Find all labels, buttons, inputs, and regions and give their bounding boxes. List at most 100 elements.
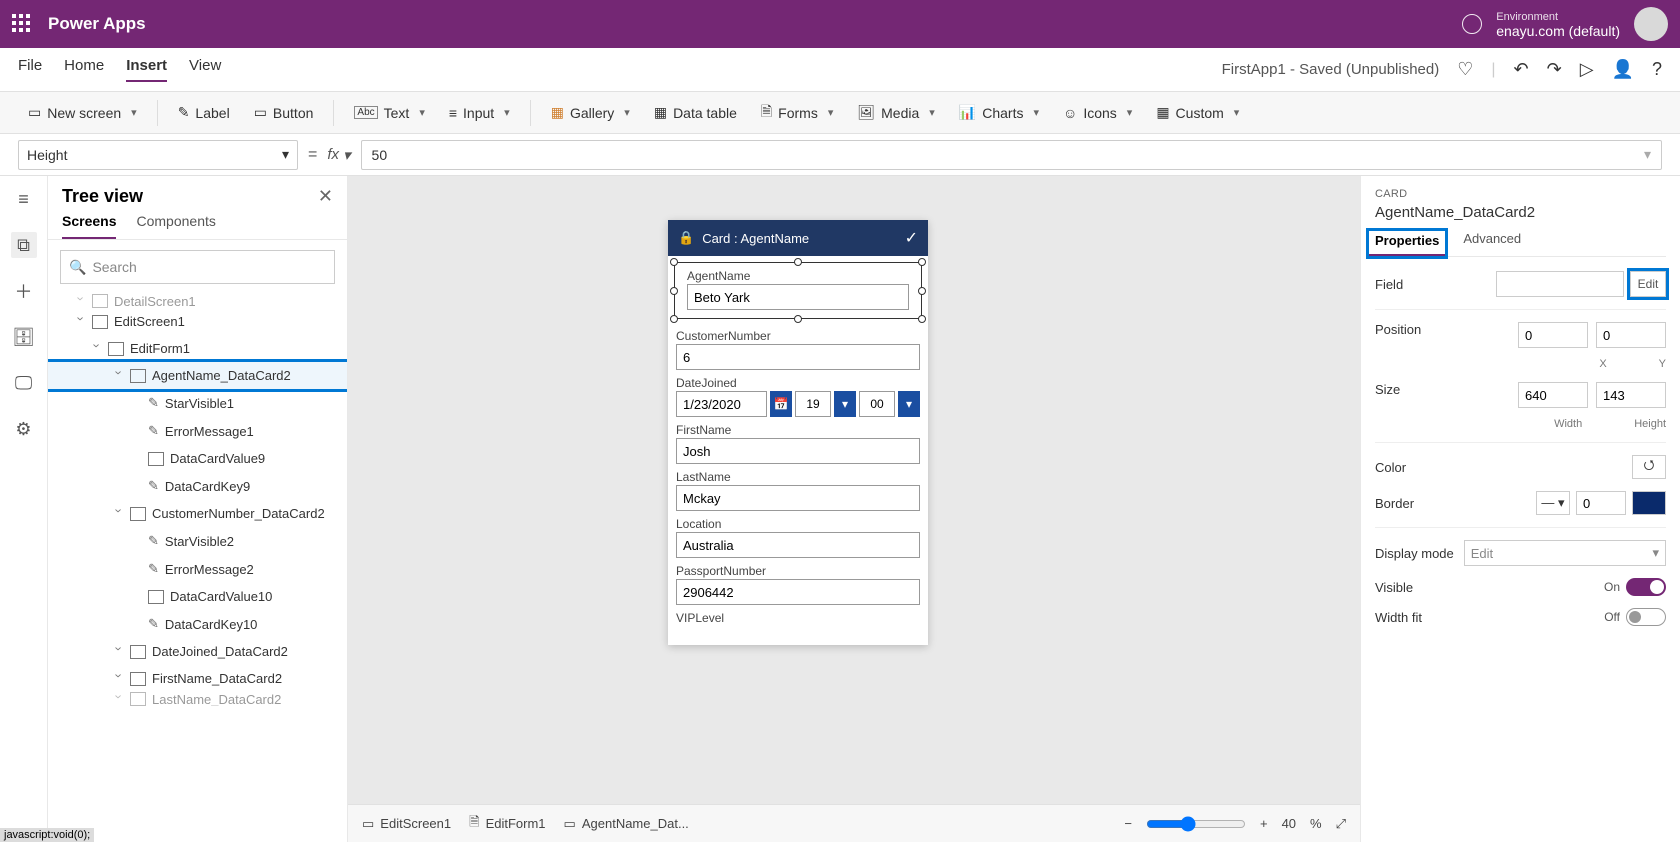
canvas[interactable]: 🔒 Card : AgentName ✓ AgentNameBeto YarkC… [348,176,1360,842]
insert-icon[interactable]: ＋ [11,278,37,304]
text-input[interactable]: Beto Yark [687,284,909,310]
border-style-picker[interactable]: — ▾ [1536,491,1570,515]
breadcrumb[interactable]: ▭ AgentName_Dat... [564,816,689,832]
datatable-button[interactable]: ▦ Data table [644,98,747,127]
chevron-down-icon[interactable]: ▾ [834,391,856,417]
zoom-in-icon[interactable]: + [1260,816,1268,831]
text-input[interactable]: 2906442 [676,579,920,605]
button-button[interactable]: ▭ Button [244,98,324,127]
tree-item[interactable]: ✎ ErrorMessage2 [48,555,347,583]
text-input[interactable]: Mckay [676,485,920,511]
date-input[interactable]: 1/23/2020 [676,391,767,417]
tree-item[interactable]: DataCardValue10 [48,583,347,610]
help-icon[interactable]: ? [1652,59,1662,80]
field-label: LastName [668,466,928,485]
save-status: FirstApp1 - Saved (Unpublished) [1222,61,1440,78]
border-width-input[interactable] [1576,491,1626,515]
tree-item[interactable]: ✎ ErrorMessage1 [48,417,347,445]
zoom-slider[interactable] [1146,816,1246,832]
user-avatar[interactable] [1634,7,1668,41]
zoom-value: 40 [1282,816,1296,831]
text-button[interactable]: Abc Text [344,99,434,127]
menu-home[interactable]: Home [64,57,104,82]
brand-title: Power Apps [48,14,146,34]
environment-icon[interactable] [1462,14,1482,34]
properties-panel: CARD AgentName_DataCard2 Properties Adva… [1360,176,1680,842]
forms-button[interactable]: 🗎 Forms [751,95,843,131]
tree-item[interactable]: LastName_DataCard2 [48,692,347,706]
tree-item[interactable]: ✎ DataCardKey10 [48,610,347,638]
pos-y-input[interactable] [1596,322,1666,348]
color-picker[interactable]: ⭯ [1632,455,1666,479]
custom-button[interactable]: ▦ Custom [1146,98,1249,127]
share-icon[interactable]: 👤 [1612,59,1634,80]
environment-picker[interactable]: Environment enayu.com (default) [1496,10,1620,38]
formula-input[interactable]: 50▾ [361,140,1662,170]
widthfit-toggle[interactable] [1626,608,1666,626]
minute-select[interactable]: 00 [859,391,895,417]
tree-item[interactable]: CustomerNumber_DataCard2 [48,500,347,527]
tree-view-icon[interactable]: ⧉ [11,232,37,258]
tab-advanced[interactable]: Advanced [1463,231,1521,256]
tree-item[interactable]: DataCardValue9 [48,445,347,472]
tree-item[interactable]: EditForm1 [48,335,347,362]
tree-search[interactable]: 🔍 Search [60,250,335,284]
close-icon[interactable]: ✕ [318,186,333,207]
tree-item[interactable]: DetailScreen1 [48,294,347,308]
data-icon[interactable]: 🗄 [11,324,37,350]
charts-button[interactable]: 📊 Charts [949,98,1049,127]
health-icon[interactable]: ♡ [1457,59,1473,80]
check-icon[interactable]: ✓ [905,228,918,248]
label-button[interactable]: ✎ Label [168,98,240,127]
pos-x-input[interactable] [1518,322,1588,348]
tools-icon[interactable]: ⚙ [11,416,37,442]
tree-tab-screens[interactable]: Screens [62,213,116,239]
left-rail: ≡ ⧉ ＋ 🗄 🖵 ⚙ [0,176,48,842]
edit-field-button[interactable]: Edit [1630,271,1666,297]
media-icon[interactable]: 🖵 [11,370,37,396]
tree-item[interactable]: DateJoined_DataCard2 [48,638,347,665]
visible-toggle[interactable] [1626,578,1666,596]
fx-icon[interactable]: fx▾ [327,146,350,164]
undo-icon[interactable]: ↶ [1514,59,1529,80]
icons-button[interactable]: ☺ Icons [1053,99,1142,127]
tree-item[interactable]: FirstName_DataCard2 [48,665,347,692]
tree-tab-components[interactable]: Components [136,213,215,239]
tree-item[interactable]: ✎ DataCardKey9 [48,472,347,500]
property-selector[interactable]: Height▾ [18,140,298,170]
hamburger-icon[interactable]: ≡ [11,186,37,212]
hour-select[interactable]: 19 [795,391,831,417]
chevron-down-icon[interactable]: ▾ [898,391,920,417]
width-input[interactable] [1518,382,1588,408]
app-launcher-icon[interactable] [12,14,32,34]
display-mode-select[interactable]: Edit▾ [1464,540,1666,566]
border-color-picker[interactable] [1632,491,1666,515]
tree-item[interactable]: AgentName_DataCard2 [48,362,347,389]
tree-item[interactable]: ✎ StarVisible2 [48,527,347,555]
calendar-icon[interactable]: 📅 [770,391,792,417]
text-input[interactable]: Australia [676,532,920,558]
redo-icon[interactable]: ↷ [1547,59,1562,80]
zoom-out-icon[interactable]: − [1124,816,1132,831]
tree-item[interactable]: ✎ StarVisible1 [48,389,347,417]
menu-view[interactable]: View [189,57,221,82]
menu-bar: File Home Insert View FirstApp1 - Saved … [0,48,1680,92]
media-button[interactable]: 🖼 Media [847,98,944,127]
gallery-button[interactable]: ▦ Gallery [541,98,640,127]
tree-list: DetailScreen1 EditScreen1 EditForm1 Agen… [48,294,347,842]
text-input[interactable]: 6 [676,344,920,370]
menu-insert[interactable]: Insert [126,57,167,82]
input-button[interactable]: ≡ Input [439,99,520,127]
tab-properties[interactable]: Properties [1369,231,1445,256]
breadcrumb[interactable]: 🗎 EditForm1 [469,813,545,835]
text-input[interactable]: Josh [676,438,920,464]
field-label: Location [668,513,928,532]
new-screen-button[interactable]: ▭ New screen [18,98,147,127]
menu-file[interactable]: File [18,57,42,82]
tree-item[interactable]: EditScreen1 [48,308,347,335]
field-input[interactable] [1496,271,1624,297]
play-icon[interactable]: ▷ [1580,59,1594,80]
height-input[interactable] [1596,382,1666,408]
breadcrumb[interactable]: ▭ EditScreen1 [362,816,451,832]
fullscreen-icon[interactable]: ⤢ [1336,816,1346,832]
